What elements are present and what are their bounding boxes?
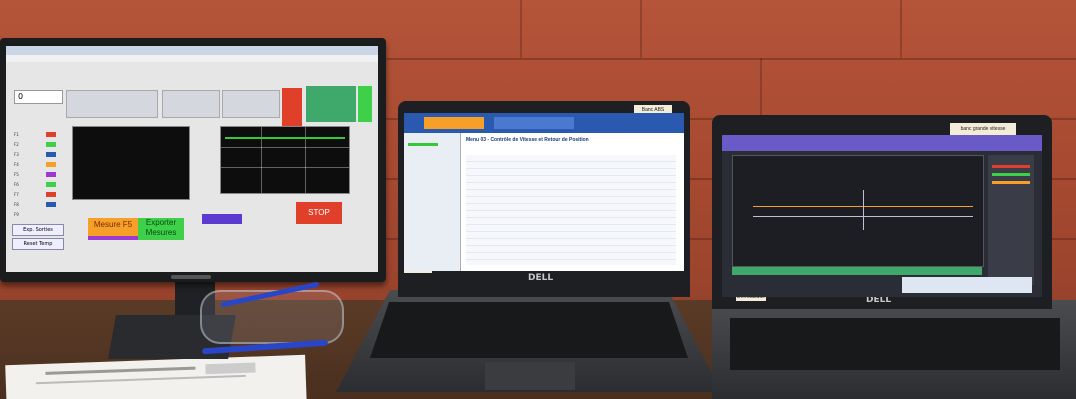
channel-label: F5 (14, 172, 19, 177)
channel-color-swatch (46, 172, 56, 177)
exporter-button[interactable]: Exporter Mesures (138, 218, 184, 240)
channel-color-swatch (46, 162, 56, 167)
left-monitor: 0 F1 F2 F3 F4 F5 F6 F7 F8 F9 Exp. Sortie… (0, 38, 386, 282)
window-titlebar (6, 46, 378, 55)
toolbar-icon-group[interactable] (424, 117, 484, 129)
channel-color (992, 165, 1030, 168)
dell-logo: DELL (528, 273, 554, 283)
paper-text-line (35, 374, 246, 385)
brick-mortar-joint (640, 0, 642, 58)
paper-text-line (45, 366, 196, 375)
paper-logo (205, 362, 256, 375)
channel-label: F1 (14, 132, 19, 137)
photo-scene: 0 F1 F2 F3 F4 F5 F6 F7 F8 F9 Exp. Sortie… (0, 0, 1076, 399)
channel-label: F2 (14, 142, 19, 147)
right-laptop-screen (722, 135, 1042, 297)
value-display: 0 (14, 90, 63, 104)
measurement-plot (732, 155, 984, 267)
parameter-table[interactable] (466, 155, 676, 265)
channel-color-swatch (46, 182, 56, 187)
brick-mortar-joint (900, 0, 902, 58)
red-indicator-panel (282, 88, 302, 128)
mesure-progress-bar (88, 236, 138, 240)
window-menubar (6, 55, 378, 62)
stop-button[interactable]: STOP (296, 202, 342, 224)
control-group (66, 90, 158, 118)
channel-label: F3 (14, 152, 19, 157)
plot-trace (225, 137, 345, 139)
middle-laptop-keyboard (370, 302, 688, 358)
purple-button[interactable] (202, 214, 242, 224)
timeline-bar[interactable] (732, 267, 982, 275)
channel-color (992, 173, 1030, 176)
channel-color-swatch (46, 152, 56, 157)
navigation-tree[interactable] (404, 133, 461, 271)
control-group (162, 90, 220, 118)
window-title: Menu 03 - Contrôle de Vitesse et Retour … (466, 137, 589, 143)
tree-progress (408, 143, 438, 146)
plot-gridline (221, 167, 349, 168)
channel-color-swatch (46, 192, 56, 197)
channel-color-swatch (46, 142, 56, 147)
reset-temp-button[interactable]: Reset Temp (12, 238, 64, 250)
safety-glasses (200, 290, 344, 344)
brick-mortar-joint (520, 0, 522, 58)
exp-sorties-button[interactable]: Exp. Sorties (12, 224, 64, 236)
status-light (358, 86, 372, 122)
channel-panel[interactable] (988, 155, 1034, 285)
channel-label: F7 (14, 192, 19, 197)
monitor-screen: 0 F1 F2 F3 F4 F5 F6 F7 F8 F9 Exp. Sortie… (6, 46, 378, 272)
channel-color (992, 181, 1030, 184)
green-control-panel (306, 86, 356, 122)
ribbon-toolbar (404, 113, 684, 133)
right-laptop-keyboard (730, 318, 1060, 370)
channel-color-swatch (46, 132, 56, 137)
channel-label: F9 (14, 212, 19, 217)
middle-laptop-touchpad (485, 362, 575, 390)
plot-left (72, 126, 190, 200)
app-toolbar (722, 135, 1042, 151)
toolbar-icon-group[interactable] (494, 117, 574, 129)
plot-right (220, 126, 350, 194)
monitor-brand-logo (171, 275, 211, 279)
laptop-sticker: banc grande vitesse (950, 123, 1016, 135)
channel-color-swatch (46, 202, 56, 207)
notification-toast[interactable] (902, 277, 1032, 293)
plot-gridline (221, 147, 349, 148)
mesure-button[interactable]: Mesure F5 (88, 218, 138, 236)
channel-label: F8 (14, 202, 19, 207)
plot-cursor (863, 190, 864, 230)
control-group (222, 90, 280, 118)
middle-laptop-screen: Menu 03 - Contrôle de Vitesse et Retour … (404, 113, 684, 271)
channel-label: F6 (14, 182, 19, 187)
brick-mortar-joint (760, 58, 762, 118)
channel-label: F4 (14, 162, 19, 167)
